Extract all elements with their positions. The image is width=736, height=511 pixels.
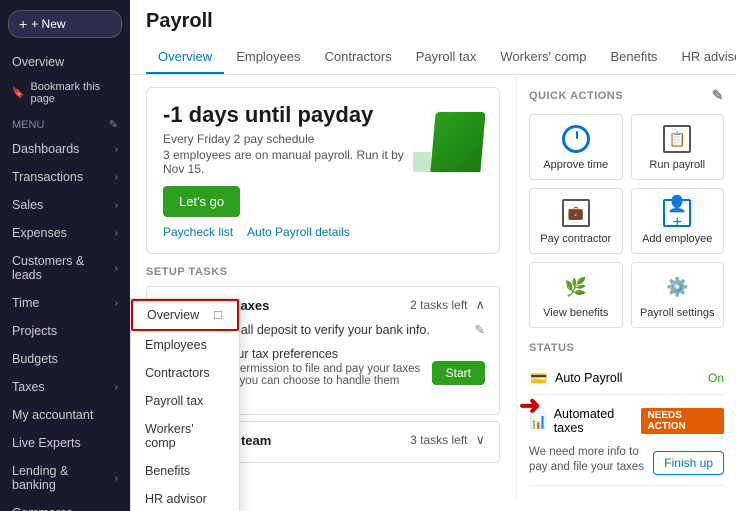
sidebar-bookmark[interactable]: Bookmark this page [0,76,130,110]
right-panel: QUICK ACTIONS ✎ Approve time 📋 Run payro… [516,75,736,501]
sidebar-menu-section: MENU ✎ [0,110,130,135]
payday-card: -1 days until payday Every Friday 2 pay … [146,87,500,254]
finish-up-button[interactable]: Finish up [653,451,724,475]
dropdown-item-workers-comp[interactable]: Workers' comp [131,415,239,457]
payroll-icon: 📋 [661,123,693,155]
chevron-icon: › [115,144,118,155]
tab-employees[interactable]: Employees [224,41,312,74]
payday-card-text: -1 days until payday Every Friday 2 pay … [163,102,413,239]
dropdown-item-benefits[interactable]: Benefits [131,457,239,485]
start-button[interactable]: Start [432,361,485,385]
page-title: Payroll [146,10,720,33]
red-arrow-indicator: ➜ [519,390,541,421]
dropdown-item-employees[interactable]: Employees [131,331,239,359]
sidebar-item-live-experts[interactable]: Live Experts [0,429,130,457]
page-header: Payroll Overview Employees Contractors P… [130,0,736,75]
chevron-icon: › [115,172,118,183]
sidebar-item-lending[interactable]: Lending & banking › [0,457,130,499]
status-auto-payroll: 💳 Auto Payroll On [529,362,724,395]
needs-action-badge: NEEDS ACTION [641,408,724,434]
quick-actions-grid: Approve time 📋 Run payroll 💼 Pay contrac… [529,114,724,328]
sidebar-item-taxes[interactable]: Taxes › [0,373,130,401]
chevron-icon: › [115,263,118,274]
tab-hr-advisor[interactable]: HR advisor [669,41,736,74]
sidebar-item-overview[interactable]: Overview [0,48,130,76]
tab-payroll-tax[interactable]: Payroll tax [404,41,489,74]
quick-action-run-payroll[interactable]: 📋 Run payroll [631,114,725,180]
quick-action-payroll-settings[interactable]: ⚙️ Payroll settings [631,262,725,328]
sidebar-item-time[interactable]: Time › [0,289,130,317]
sidebar-item-transactions[interactable]: Transactions › [0,163,130,191]
dropdown-item-overview[interactable]: Overview ☐ [131,299,239,331]
status-automated-taxes: 📊 Automated taxes NEEDS ACTION We need m… [529,401,724,486]
dropdown-item-hr-advisor[interactable]: HR advisor [131,485,239,511]
auto-payroll-icon: 💳 [529,368,549,388]
tab-workers-comp[interactable]: Workers' comp [488,41,598,74]
payday-graphic [413,102,483,172]
nav-tabs: Overview Employees Contractors Payroll t… [146,41,720,74]
chevron-icon: › [115,200,118,211]
payday-links: Paycheck list Auto Payroll details [163,225,413,239]
automated-taxes-row: 📊 Automated taxes NEEDS ACTION [529,401,724,441]
payday-schedule: Every Friday 2 pay schedule [163,132,413,146]
tab-overview[interactable]: Overview [146,41,224,74]
sidebar-item-budgets[interactable]: Budgets [0,345,130,373]
sidebar-item-projects[interactable]: Projects [0,317,130,345]
task-taxes-count: 2 tasks left [410,298,467,312]
sidebar-item-dashboards[interactable]: Dashboards › [0,135,130,163]
sidebar: + New Overview Bookmark this page MENU ✎… [0,0,130,511]
sidebar-item-commerce[interactable]: Commerce › [0,499,130,511]
menu-edit-icon[interactable]: ✎ [109,118,118,131]
task-team-expand[interactable]: ∨ [475,432,485,448]
quick-action-pay-contractor[interactable]: 💼 Pay contractor [529,188,623,254]
settings-icon: ⚙️ [661,271,693,303]
payroll-dropdown-menu: Overview ☐ Employees Contractors Payroll… [130,298,240,511]
benefits-icon: 🌿 [560,271,592,303]
clock-icon [560,123,592,155]
add-employee-icon: 👤+ [661,197,693,229]
automated-taxes-desc: We need more info to pay and file your t… [529,445,653,475]
quick-actions-edit-icon[interactable]: ✎ [712,87,724,104]
task-team-count: 3 tasks left [410,433,467,447]
auto-payroll-details-link[interactable]: Auto Payroll details [247,225,350,239]
lets-go-button[interactable]: Let's go [163,186,240,217]
payday-headline: -1 days until payday [163,102,413,128]
setup-tasks-label: SETUP TASKS [146,266,500,278]
chevron-icon: › [115,473,118,484]
contractor-icon: 💼 [560,197,592,229]
new-button[interactable]: + New [8,10,122,38]
sidebar-item-my-accountant[interactable]: My accountant [0,401,130,429]
sidebar-item-expenses[interactable]: Expenses › [0,219,130,247]
tab-contractors[interactable]: Contractors [313,41,404,74]
sidebar-item-sales[interactable]: Sales › [0,191,130,219]
auto-payroll-status: On [708,371,724,385]
quick-action-view-benefits[interactable]: 🌿 View benefits [529,262,623,328]
sidebar-item-customers[interactable]: Customers & leads › [0,247,130,289]
status-header: STATUS [529,342,724,354]
task-taxes-collapse[interactable]: ∧ [475,297,485,313]
chevron-icon: › [115,382,118,393]
payday-manual-note: 3 employees are on manual payroll. Run i… [163,148,413,176]
subtask-bank-edit-icon[interactable]: ✎ [475,322,485,337]
paycheck-list-link[interactable]: Paycheck list [163,225,233,239]
dropdown-item-payroll-tax[interactable]: Payroll tax [131,387,239,415]
quick-action-approve-time[interactable]: Approve time [529,114,623,180]
chevron-icon: › [115,228,118,239]
quick-action-add-employee[interactable]: 👤+ Add employee [631,188,725,254]
tab-benefits[interactable]: Benefits [598,41,669,74]
quick-actions-header: QUICK ACTIONS ✎ [529,87,724,104]
overview-checkbox-icon: ☐ [213,309,223,322]
chevron-icon: › [115,508,118,511]
dropdown-item-contractors[interactable]: Contractors [131,359,239,387]
chevron-icon: › [115,298,118,309]
